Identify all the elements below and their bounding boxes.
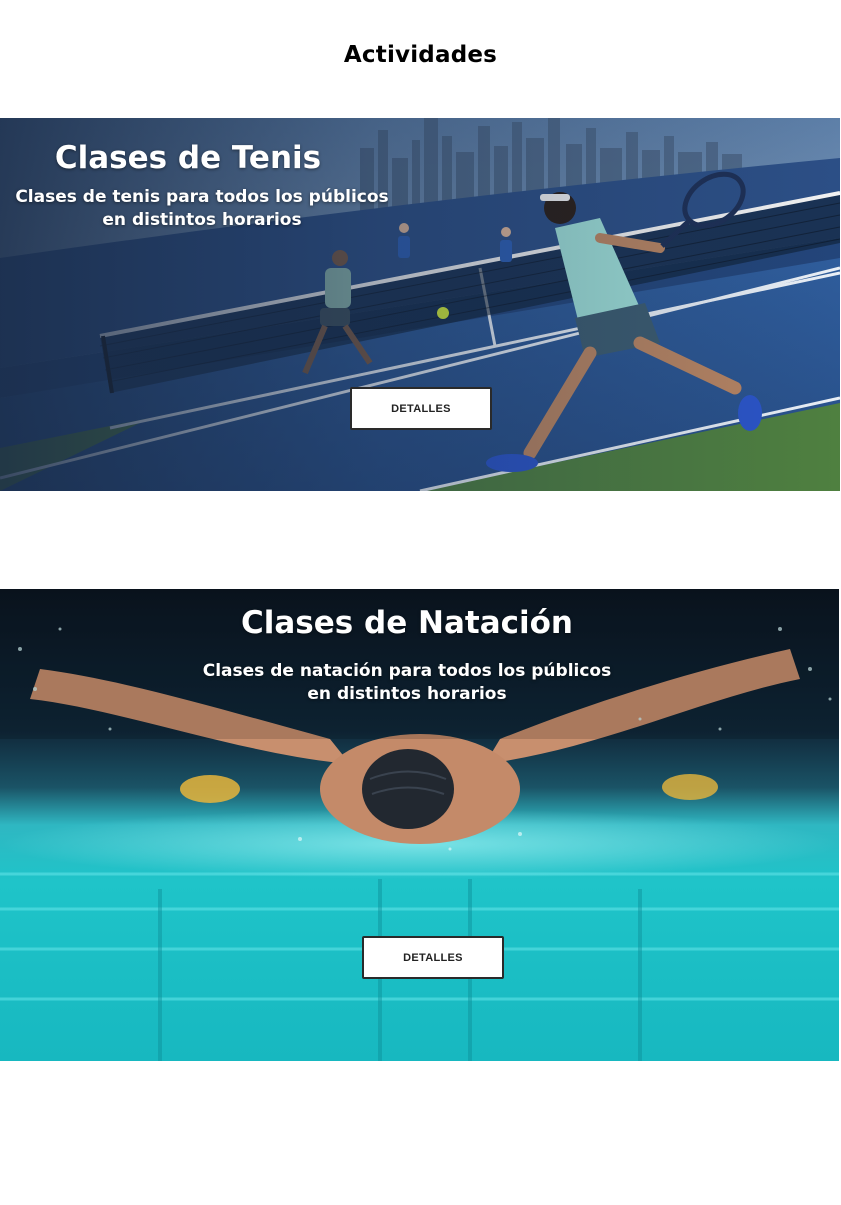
activity-card-swimming: Clases de Natación Clases de natación pa…	[0, 589, 839, 1061]
activity-description: Clases de tenis para todos los públicos …	[0, 186, 404, 232]
activity-title: Clases de Natación	[241, 605, 573, 641]
activity-description-line: en distintos horarios	[102, 210, 302, 230]
activity-description-line: Clases de tenis para todos los públicos	[15, 187, 389, 207]
page-title: Actividades	[343, 42, 498, 68]
activity-description-line: Clases de natación para todos los públic…	[202, 661, 612, 681]
activity-title: Clases de Tenis	[54, 140, 322, 176]
activity-card-tennis: Clases de Tenis Clases de tenis para tod…	[0, 118, 840, 491]
details-button-tennis[interactable]: DETALLES	[350, 387, 492, 430]
activity-description: Clases de natación para todos los públic…	[0, 660, 814, 706]
activity-description-line: en distintos horarios	[307, 684, 507, 704]
details-button-swimming[interactable]: DETALLES	[362, 936, 504, 979]
